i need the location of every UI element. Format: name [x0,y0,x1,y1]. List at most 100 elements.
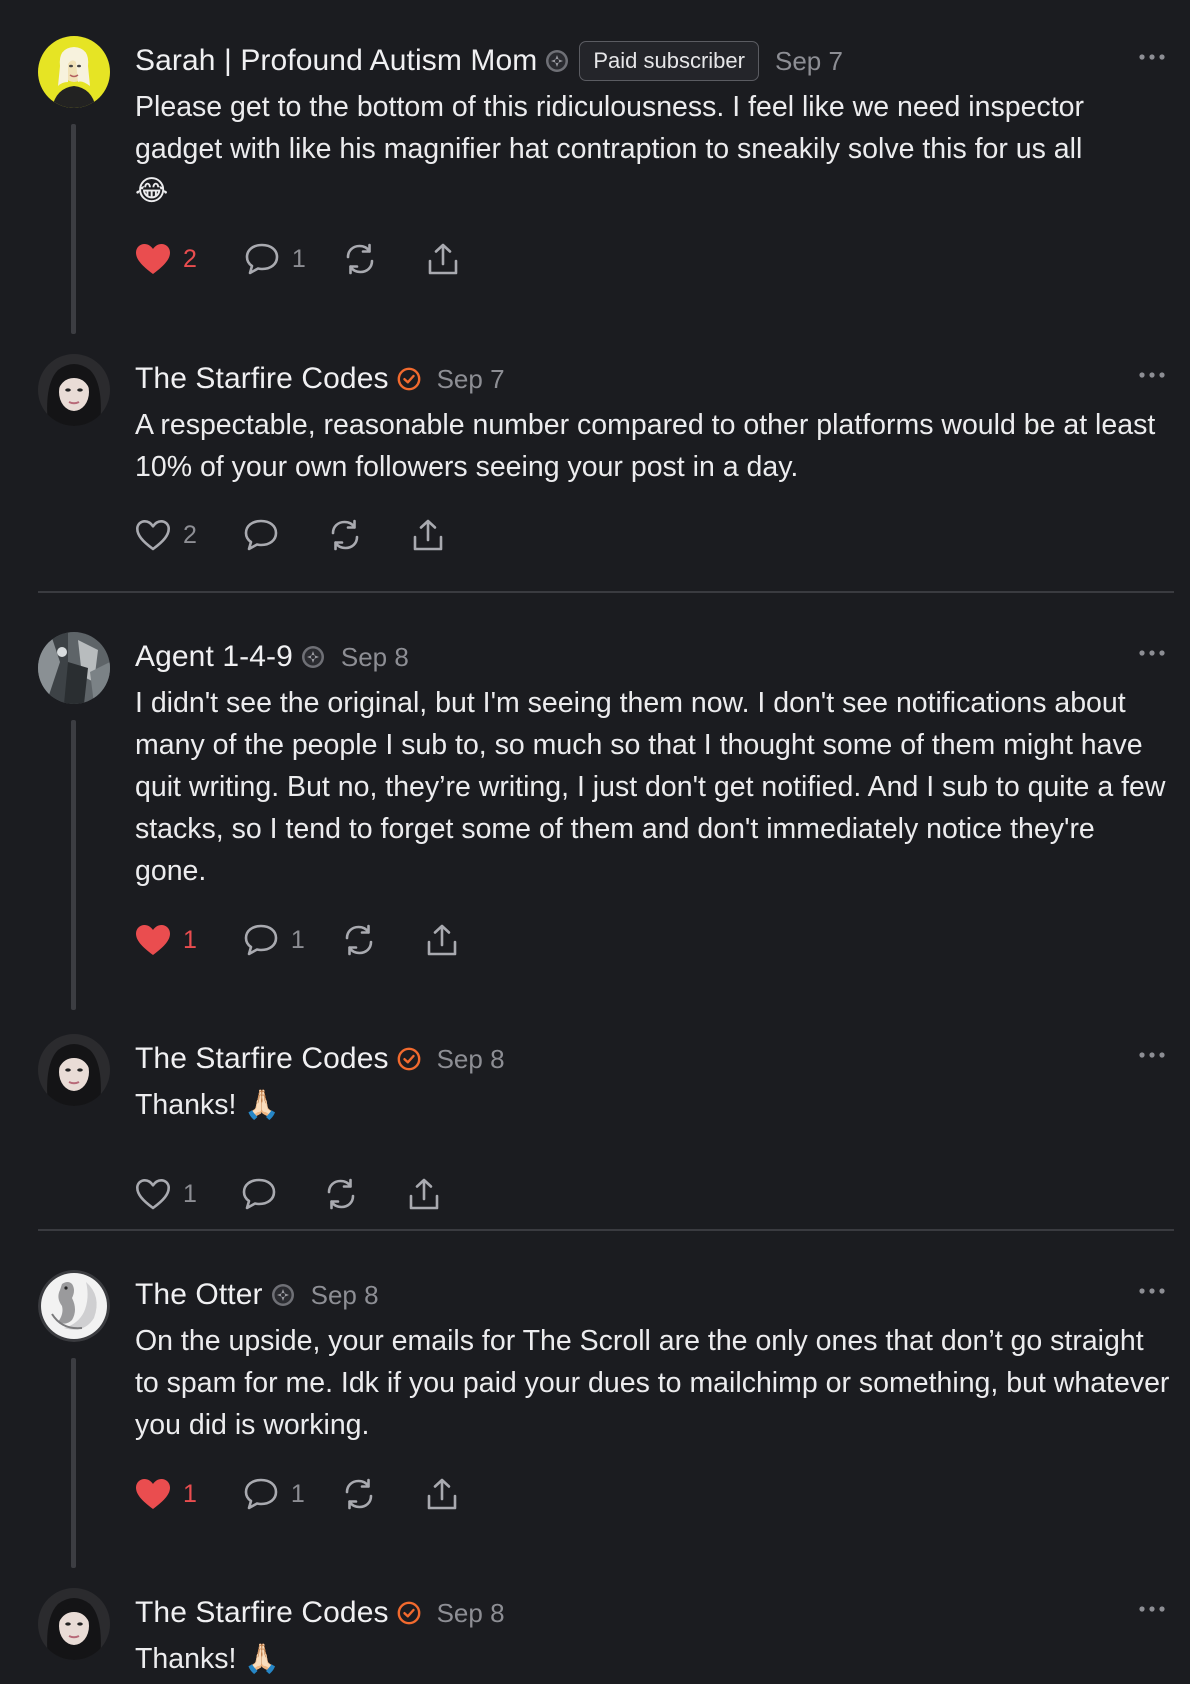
comment-header: The Starfire Codes Sep 8 [135,1038,1174,1080]
restack-icon [345,924,373,956]
comment-header: The Starfire Codes Sep 7 [135,358,1174,400]
restack-button[interactable] [341,923,377,957]
comment: The Otter Sep 8 On the upside, your emai… [38,1270,1174,1570]
thread-line [71,1358,76,1568]
reply-button[interactable] [241,1177,277,1211]
comment-actions: 1 1 [135,918,459,962]
comment-text: Thanks! [135,1089,237,1121]
avatar[interactable] [38,1034,110,1106]
share-icon [413,519,443,551]
founding-badge-icon [271,1283,295,1307]
comment-thread: Sarah | Profound Autism Mom Paid subscri… [0,0,1190,1684]
more-options-icon[interactable] [1134,36,1170,78]
avatar[interactable] [38,36,110,108]
restack-button[interactable] [327,518,363,552]
comment: Agent 1-4-9 Sep 8 I didn't see the origi… [38,632,1174,1012]
share-icon [427,924,457,956]
restack-button[interactable] [342,242,378,276]
thread-line [71,124,76,334]
author-name[interactable]: Sarah | Profound Autism Mom [135,44,537,78]
like-button[interactable]: 1 [135,1478,197,1510]
comment-header: Agent 1-4-9 Sep 8 [135,636,1174,678]
author-name[interactable]: The Starfire Codes [135,1596,389,1630]
avatar[interactable] [38,632,110,704]
share-button[interactable] [407,1177,441,1211]
author-name[interactable]: The Starfire Codes [135,1042,389,1076]
avatar[interactable] [38,354,110,426]
comment-bubble-icon [242,1178,276,1210]
share-icon [427,1478,457,1510]
comment-text: A respectable, reasonable number compare… [135,409,1156,483]
like-button[interactable]: 1 [135,924,197,956]
comment-body: Thanks! 🙏🏻 [135,1638,1174,1680]
pray-emoji: 🙏🏻 [244,1642,280,1675]
restack-icon [327,1178,355,1210]
pray-emoji: 🙏🏻 [244,1088,280,1121]
author-name[interactable]: Agent 1-4-9 [135,640,293,674]
share-button[interactable] [426,242,460,276]
comment-text: I didn't see the original, but I'm seein… [135,687,1166,887]
share-button[interactable] [425,923,459,957]
share-button[interactable] [425,1477,459,1511]
author-name[interactable]: The Starfire Codes [135,362,389,396]
author-name[interactable]: The Otter [135,1278,263,1312]
reply-button[interactable] [243,518,279,552]
restack-button[interactable] [341,1477,377,1511]
comment-text: Thanks! [135,1643,237,1675]
comment-body: On the upside, your emails for The Scrol… [135,1320,1174,1446]
avatar[interactable] [38,1270,110,1342]
like-count: 1 [183,925,197,954]
comment-text: On the upside, your emails for The Scrol… [135,1325,1170,1441]
share-icon [428,243,458,275]
restack-icon [331,519,359,551]
comment-date[interactable]: Sep 8 [437,1598,505,1629]
comment: Sarah | Profound Autism Mom Paid subscri… [38,36,1174,336]
more-options-icon[interactable] [1134,1270,1170,1312]
reply-button[interactable]: 1 [243,1477,305,1511]
comment-body: A respectable, reasonable number compare… [135,404,1174,488]
verified-check-icon [397,1047,421,1071]
laughing-emoji: 😂 [135,174,169,207]
more-options-icon[interactable] [1134,1588,1170,1630]
comment-date[interactable]: Sep 8 [437,1044,505,1075]
more-options-icon[interactable] [1134,632,1170,674]
more-options-icon[interactable] [1134,354,1170,396]
share-icon [409,1178,439,1210]
comment-date[interactable]: Sep 8 [311,1280,379,1311]
comment-date[interactable]: Sep 7 [775,46,843,77]
thread-line [71,720,76,1010]
comment-actions: 1 1 [135,1472,459,1516]
comment-actions: 2 [135,513,445,557]
divider [38,1229,1174,1231]
avatar[interactable] [38,1588,110,1660]
restack-button[interactable] [323,1177,359,1211]
founding-badge-icon [545,49,569,73]
like-button[interactable]: 1 [135,1178,197,1210]
verified-check-icon [397,367,421,391]
restack-icon [346,243,374,275]
reply-count: 1 [290,925,305,954]
comment-header: Sarah | Profound Autism Mom Paid subscri… [135,40,1174,82]
reply-button[interactable]: 1 [243,923,305,957]
paid-subscriber-badge: Paid subscriber [579,41,759,81]
more-options-icon[interactable] [1134,1034,1170,1076]
like-button[interactable]: 2 [135,243,197,275]
comment-date[interactable]: Sep 7 [437,364,505,395]
like-count: 2 [183,520,197,549]
like-count: 2 [183,244,197,273]
founding-badge-icon [301,645,325,669]
comment-date[interactable]: Sep 8 [341,642,409,673]
heart-filled-icon [136,1479,170,1509]
comment-bubble-icon [244,924,278,956]
comment-body: I didn't see the original, but I'm seein… [135,682,1174,892]
restack-icon [345,1478,373,1510]
heart-filled-icon [136,925,170,955]
like-button[interactable]: 2 [135,519,197,551]
comment-actions: 1 [135,1172,441,1216]
comment-text: Please get to the bottom of this ridicul… [135,91,1084,165]
share-button[interactable] [411,518,445,552]
comment-bubble-icon [245,243,279,275]
comment: The Starfire Codes Sep 8 Thanks! 🙏🏻 [38,1588,1174,1684]
like-count: 1 [183,1179,197,1208]
reply-button[interactable]: 1 [244,242,306,276]
